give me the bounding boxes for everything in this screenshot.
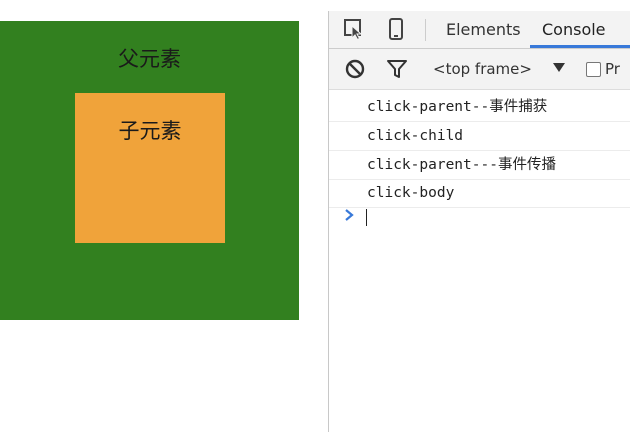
devtools-tabbar: Elements Console	[329, 11, 630, 49]
preserve-log-checkbox[interactable]	[586, 62, 601, 77]
log-message: click-child	[367, 128, 464, 144]
child-element-box[interactable]: 子元素	[75, 93, 225, 243]
log-message: click-parent---事件传播	[367, 157, 556, 173]
filter-icon[interactable]	[386, 58, 408, 80]
dropdown-arrow-icon[interactable]	[553, 63, 565, 72]
parent-label: 父元素	[118, 47, 181, 71]
tab-console[interactable]: Console	[542, 11, 606, 47]
console-log-line: click-parent---事件传播	[329, 151, 630, 180]
prompt-chevron-icon	[343, 207, 357, 223]
console-log-line: click-body	[329, 179, 630, 208]
child-label: 子元素	[118, 119, 182, 143]
console-log-line: click-child	[329, 122, 630, 151]
devtools-panel: Elements Console <top frame> Pr click-pa…	[328, 11, 630, 432]
log-message: click-parent--事件捕获	[367, 99, 548, 115]
console-log-line: click-parent--事件捕获	[329, 93, 630, 122]
preserve-log-label: Pr	[605, 60, 620, 78]
frame-context-select[interactable]: <top frame>	[433, 58, 532, 80]
toolbar-divider	[425, 19, 426, 41]
tab-elements[interactable]: Elements	[446, 11, 521, 47]
device-toolbar-icon[interactable]	[385, 18, 407, 40]
clear-console-icon[interactable]	[344, 58, 366, 80]
log-message: click-body	[367, 185, 455, 201]
parent-element-box[interactable]: 父元素 子元素	[0, 21, 299, 320]
active-tab-indicator	[530, 45, 630, 48]
inspect-element-icon[interactable]	[343, 18, 365, 41]
console-input-caret[interactable]	[366, 209, 367, 226]
console-output: click-parent--事件捕获 click-child click-par…	[329, 90, 630, 432]
console-filter-bar: <top frame> Pr	[329, 49, 630, 90]
